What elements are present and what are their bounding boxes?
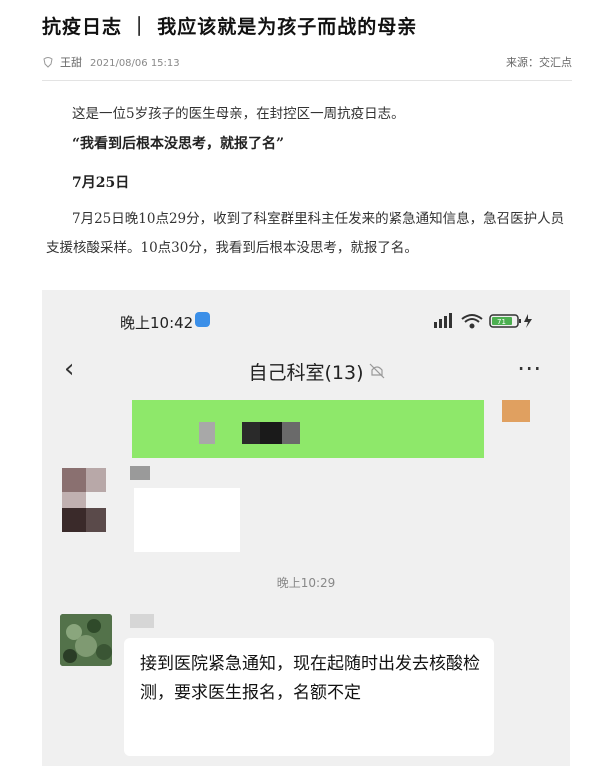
body-paragraph: 7月25日晚10点29分，收到了科室群里科主任发来的紧急通知信息，急召医护人员支… xyxy=(46,211,565,256)
chat-screenshot-image: 晚上10:42 71 ‹ 自己科室(13) ⋯ 晚上10:29 接到医院紧急通知… xyxy=(42,290,570,766)
pixelated-avatar xyxy=(62,468,86,492)
mute-icon xyxy=(369,363,385,379)
svg-text:71: 71 xyxy=(497,318,506,326)
pixelated-avatar xyxy=(62,508,86,532)
wifi-icon xyxy=(461,314,483,329)
status-time: 晚上10:42 xyxy=(120,314,194,332)
more-icon[interactable]: ⋯ xyxy=(517,354,542,382)
date-heading: 7月25日 xyxy=(72,175,130,191)
intro-paragraph: 这是一位5岁孩子的医生母亲，在封控区一周抗疫日志。 xyxy=(72,106,405,122)
divider xyxy=(42,80,572,81)
cloud-badge-icon xyxy=(195,312,210,327)
pixelated-block xyxy=(242,422,260,444)
source-label: 来源：交汇点 xyxy=(506,56,572,69)
article-title: 抗疫日志 ｜ 我应该就是为孩子而战的母亲 xyxy=(42,16,418,38)
message-text: 接到医院紧急通知，现在起随时出发去核酸检测，要求医生报名，名额不定 xyxy=(140,654,480,703)
pixelated-name xyxy=(130,466,150,480)
pixelated-name xyxy=(130,614,154,628)
sender-avatar xyxy=(60,614,112,666)
quote-heading: “我看到后根本没思考，就报了名” xyxy=(72,136,285,152)
status-bar-icons: 71 xyxy=(434,313,532,329)
battery-icon: 71 xyxy=(489,314,532,328)
chat-timestamp: 晚上10:29 xyxy=(276,576,336,590)
pixelated-message-bubble xyxy=(132,400,484,458)
pixelated-block xyxy=(282,422,300,444)
pixelated-block xyxy=(199,422,215,444)
author-name[interactable]: 王甜 xyxy=(60,56,82,69)
avatar-image xyxy=(60,614,112,666)
pixelated-message-bubble xyxy=(134,488,240,552)
publish-date: 2021/08/06 15:13 xyxy=(90,58,180,69)
pixelated-avatar xyxy=(502,400,530,422)
signal-icon xyxy=(434,313,452,328)
pixelated-avatar xyxy=(86,468,106,492)
chat-title: 自己科室(13) xyxy=(248,362,364,384)
author-icon xyxy=(43,57,53,68)
pixelated-block xyxy=(260,422,282,444)
pixelated-avatar xyxy=(86,508,106,532)
article-meta: 王甜 2021/08/06 15:13 来源：交汇点 xyxy=(42,54,572,70)
